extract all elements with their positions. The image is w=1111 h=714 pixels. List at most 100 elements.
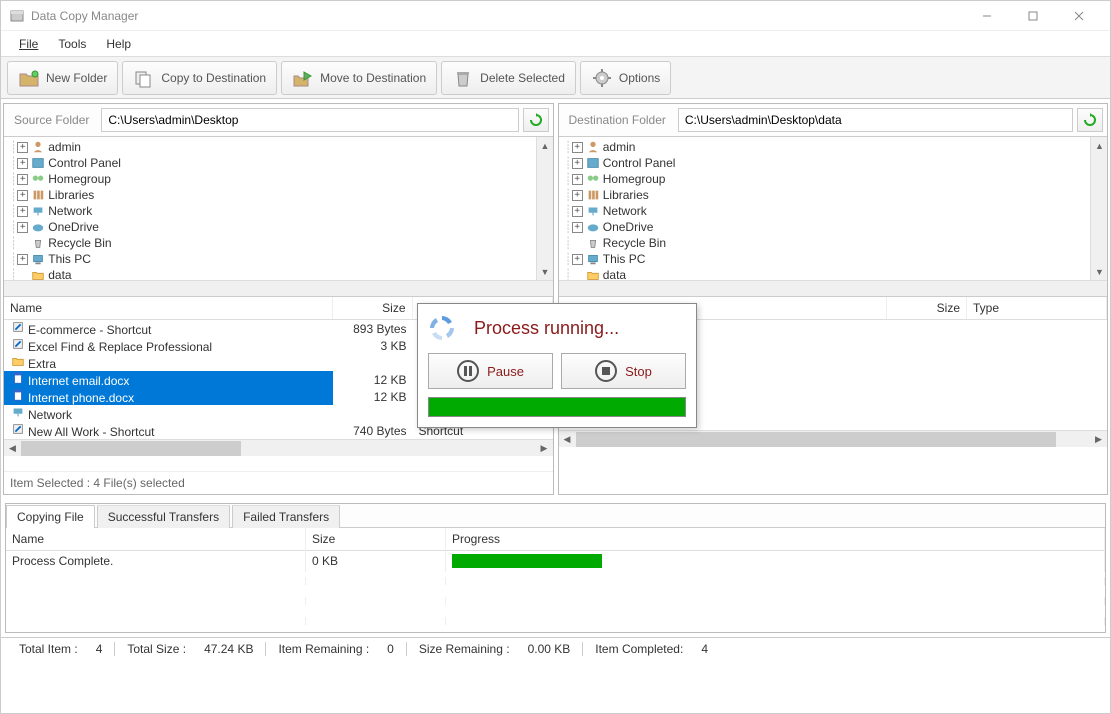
expander-icon[interactable]: + — [17, 190, 28, 201]
stop-label: Stop — [625, 364, 652, 379]
copy-to-destination-button[interactable]: Copy to Destination — [122, 61, 277, 95]
options-button[interactable]: Options — [580, 61, 671, 95]
tab-copying-file[interactable]: Copying File — [6, 505, 95, 528]
source-tree[interactable]: ┊+admin┊+Control Panel┊+Homegroup┊+Libra… — [4, 137, 553, 297]
transfer-table[interactable]: Name Size Progress Process Complete. 0 K… — [6, 528, 1105, 632]
expander-icon[interactable]: + — [572, 206, 583, 217]
source-path-input[interactable] — [101, 108, 518, 132]
tree-item[interactable]: ┊+Control Panel — [561, 155, 1106, 171]
tree-item[interactable]: ┊+OneDrive — [561, 219, 1106, 235]
destination-tree[interactable]: ┊+admin┊+Control Panel┊+Homegroup┊+Libra… — [559, 137, 1108, 297]
copy-icon — [133, 68, 155, 88]
expander-icon[interactable]: + — [17, 222, 28, 233]
tree-item[interactable]: ┊+OneDrive — [6, 219, 551, 235]
tree-item[interactable]: ┊+Network — [6, 203, 551, 219]
transfer-name: Process Complete. — [6, 550, 306, 572]
title-bar: Data Copy Manager — [1, 1, 1110, 31]
transfer-row[interactable]: Process Complete. 0 KB — [6, 551, 1105, 571]
process-running-dialog: Process running... Pause Stop — [417, 303, 697, 428]
tree-item[interactable]: ┊+Libraries — [6, 187, 551, 203]
refresh-icon — [528, 112, 544, 128]
tree-item-label: Network — [48, 204, 92, 218]
column-size[interactable]: Size — [887, 297, 967, 319]
expander-icon[interactable]: + — [17, 142, 28, 153]
expander-icon[interactable]: + — [572, 142, 583, 153]
column-size[interactable]: Size — [306, 528, 446, 550]
transfer-size: 0 KB — [306, 550, 446, 572]
expander-icon[interactable]: + — [17, 206, 28, 217]
stop-button[interactable]: Stop — [561, 353, 686, 389]
tree-item[interactable]: ┊+Libraries — [561, 187, 1106, 203]
minimize-button[interactable] — [964, 1, 1010, 31]
scrollbar-vertical[interactable]: ▲▼ — [1090, 137, 1107, 280]
expander-icon[interactable]: + — [572, 222, 583, 233]
destination-path-input[interactable] — [678, 108, 1073, 132]
scrollbar-horizontal[interactable] — [559, 280, 1108, 296]
maximize-button[interactable] — [1010, 1, 1056, 31]
expander-icon[interactable]: + — [17, 158, 28, 169]
delete-label: Delete Selected — [480, 71, 565, 85]
tree-item[interactable]: ┊Recycle Bin — [6, 235, 551, 251]
scrollbar-vertical[interactable]: ▲▼ — [536, 137, 553, 280]
item-completed-value: 4 — [701, 642, 708, 656]
stop-icon — [595, 360, 617, 382]
expander-icon[interactable]: + — [17, 174, 28, 185]
tree-item-label: Recycle Bin — [48, 236, 111, 250]
toolbar: New Folder Copy to Destination Move to D… — [1, 57, 1110, 99]
file-name: Internet email.docx — [28, 374, 129, 388]
destination-refresh-button[interactable] — [1077, 108, 1103, 132]
file-name: Excel Find & Replace Professional — [28, 340, 212, 354]
expander-icon[interactable]: + — [572, 158, 583, 169]
column-name[interactable]: Name — [6, 528, 306, 550]
copy-label: Copy to Destination — [161, 71, 266, 85]
column-progress[interactable]: Progress — [446, 528, 1105, 550]
tree-item[interactable]: ┊+Homegroup — [561, 171, 1106, 187]
tree-item[interactable]: ┊Recycle Bin — [561, 235, 1106, 251]
new-folder-button[interactable]: New Folder — [7, 61, 118, 95]
expander-icon[interactable]: + — [572, 254, 583, 265]
close-button[interactable] — [1056, 1, 1102, 31]
gear-icon — [591, 68, 613, 88]
column-size[interactable]: Size — [333, 297, 413, 319]
scrollbar-horizontal[interactable]: ◀ ▶ — [4, 439, 553, 456]
tab-successful-transfers[interactable]: Successful Transfers — [97, 505, 230, 528]
menu-help[interactable]: Help — [96, 33, 141, 55]
dialog-progress-bar — [428, 397, 686, 417]
tree-item[interactable]: ┊+Network — [561, 203, 1106, 219]
column-name[interactable]: Name — [4, 297, 333, 319]
tree-item-label: OneDrive — [48, 220, 99, 234]
source-refresh-button[interactable] — [523, 108, 549, 132]
pause-label: Pause — [487, 364, 524, 379]
pause-icon — [457, 360, 479, 382]
item-remaining-value: 0 — [387, 642, 394, 656]
move-label: Move to Destination — [320, 71, 426, 85]
file-size: 3 KB — [333, 339, 413, 353]
tree-item-label: This PC — [603, 252, 646, 266]
column-type[interactable]: Type — [967, 297, 1107, 319]
transfer-row — [6, 611, 1105, 631]
tree-item[interactable]: ┊+admin — [6, 139, 551, 155]
expander-icon[interactable]: + — [572, 190, 583, 201]
scrollbar-horizontal[interactable]: ◀ ▶ — [559, 430, 1108, 447]
expander-icon[interactable]: + — [17, 254, 28, 265]
menu-tools[interactable]: Tools — [48, 33, 96, 55]
tree-item[interactable]: ┊+admin — [561, 139, 1106, 155]
tree-item[interactable]: ┊+Homegroup — [6, 171, 551, 187]
menu-file[interactable]: File — [9, 33, 48, 55]
tree-item-label: Recycle Bin — [603, 236, 666, 250]
move-to-destination-button[interactable]: Move to Destination — [281, 61, 437, 95]
tree-item[interactable]: ┊+This PC — [561, 251, 1106, 267]
scrollbar-horizontal[interactable] — [4, 280, 553, 296]
transfer-progress — [446, 550, 1105, 572]
file-name: Network — [28, 408, 72, 422]
pause-button[interactable]: Pause — [428, 353, 553, 389]
transfer-row — [6, 591, 1105, 611]
tree-item[interactable]: ┊+Control Panel — [6, 155, 551, 171]
tab-failed-transfers[interactable]: Failed Transfers — [232, 505, 340, 528]
total-size-value: 47.24 KB — [204, 642, 253, 656]
expander-icon[interactable]: + — [572, 174, 583, 185]
tree-item[interactable]: ┊+This PC — [6, 251, 551, 267]
transfer-row — [6, 571, 1105, 591]
delete-selected-button[interactable]: Delete Selected — [441, 61, 576, 95]
file-name: New All Work - Shortcut — [28, 425, 154, 439]
